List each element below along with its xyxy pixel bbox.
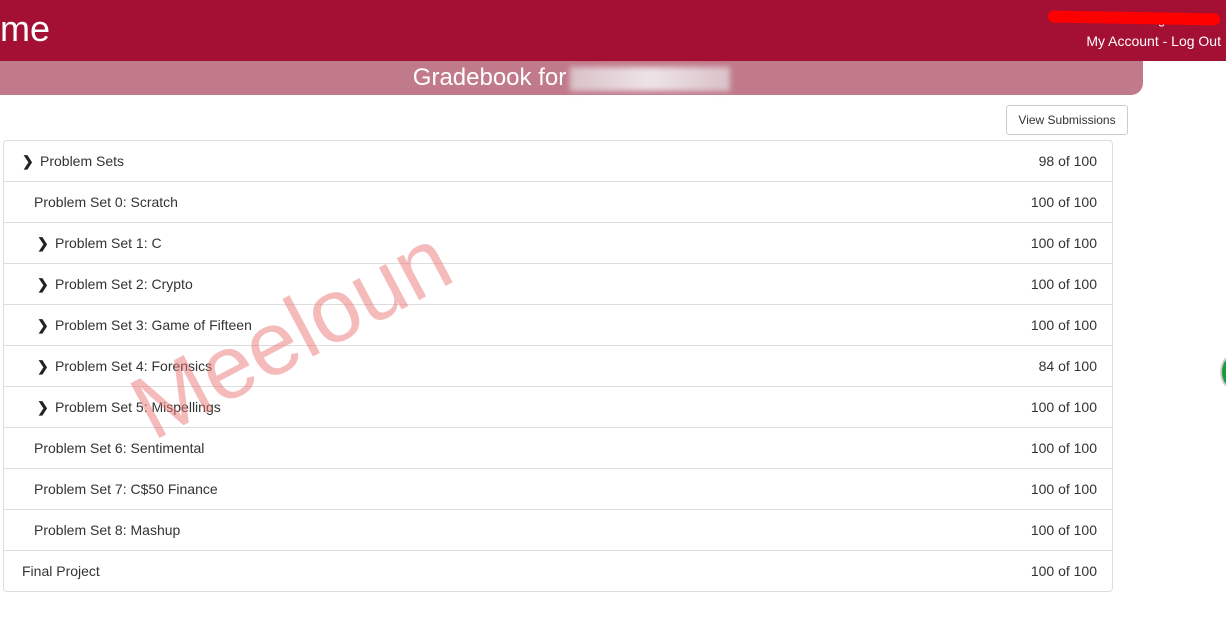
grade-row-score: 100 of 100 xyxy=(1030,440,1097,456)
grade-list: ❯ Problem Sets 98 of 100 Problem Set 0: Scr… xyxy=(3,140,1113,592)
grade-row-label: Problem Set 6: Sentimental xyxy=(34,440,205,456)
link-separator: - xyxy=(1158,33,1172,49)
grade-row[interactable]: ❯ Problem Set 5: Mispellings 100 of 100 xyxy=(4,386,1112,427)
grade-row-score: 100 of 100 xyxy=(1030,317,1097,333)
top-navbar: me Signed in as My Account - Log Out xyxy=(0,0,1226,61)
grade-row-label-wrap: ❯ Problem Set 5: Mispellings xyxy=(4,399,221,416)
grade-row-score: 100 of 100 xyxy=(1030,481,1097,497)
chevron-right-icon[interactable]: ❯ xyxy=(37,358,49,375)
grade-row-label: Problem Set 3: Game of Fifteen xyxy=(55,317,252,333)
grade-row-label: Final Project xyxy=(22,563,100,579)
grade-row[interactable]: ❯ Problem Sets 98 of 100 xyxy=(4,141,1112,181)
grade-row-label-wrap: ❯ Problem Set 4: Forensics xyxy=(4,358,212,375)
grade-row-label: Problem Set 7: C$50 Finance xyxy=(34,481,218,497)
grade-row-label: Problem Sets xyxy=(40,153,125,169)
site-logo[interactable]: me xyxy=(0,8,50,50)
grade-row-label: Problem Set 2: Crypto xyxy=(55,276,193,292)
grade-row-label: Problem Set 5: Mispellings xyxy=(55,399,221,415)
floating-widget-button[interactable] xyxy=(1220,355,1226,389)
grade-row: Problem Set 0: Scratch 100 of 100 xyxy=(4,181,1112,222)
chevron-right-icon[interactable]: ❯ xyxy=(37,235,49,252)
grade-row-label-wrap: ❯ Problem Set 3: Game of Fifteen xyxy=(4,317,252,334)
grade-row-label: Problem Set 4: Forensics xyxy=(55,358,213,374)
grade-row-label-wrap: ❯ Problem Set 1: C xyxy=(4,235,162,252)
grade-row-label-wrap: Problem Set 6: Sentimental xyxy=(4,440,204,456)
blurred-student-name xyxy=(570,66,731,91)
grade-row-score: 100 of 100 xyxy=(1030,276,1097,292)
account-links: My Account - Log Out xyxy=(1086,33,1221,49)
grade-row: Problem Set 8: Mashup 100 of 100 xyxy=(4,509,1112,550)
grade-row[interactable]: ❯ Problem Set 4: Forensics 84 of 100 xyxy=(4,345,1112,386)
grade-row-label-wrap: Final Project xyxy=(4,563,100,579)
grade-row-score: 98 of 100 xyxy=(1038,153,1097,169)
gradebook-banner: Gradebook for xyxy=(0,61,1143,95)
grade-row-label-wrap: Problem Set 7: C$50 Finance xyxy=(4,481,218,497)
grade-row[interactable]: ❯ Problem Set 2: Crypto 100 of 100 xyxy=(4,263,1112,304)
grade-row-score: 100 of 100 xyxy=(1030,522,1097,538)
grade-row-label-wrap: Problem Set 8: Mashup xyxy=(4,522,180,538)
grade-row-label-wrap: ❯ Problem Set 2: Crypto xyxy=(4,276,193,293)
grade-row-label: Problem Set 0: Scratch xyxy=(34,194,178,210)
grade-row-label: Problem Set 1: C xyxy=(55,235,162,251)
grade-row-score: 100 of 100 xyxy=(1030,563,1097,579)
chevron-right-icon[interactable]: ❯ xyxy=(37,276,49,293)
grade-row-score: 100 of 100 xyxy=(1030,194,1097,210)
grade-row: Final Project 100 of 100 xyxy=(4,550,1112,591)
page-title: Gradebook for xyxy=(412,64,567,91)
grade-row: Problem Set 7: C$50 Finance 100 of 100 xyxy=(4,468,1112,509)
grade-row-label: Problem Set 8: Mashup xyxy=(34,522,181,538)
grade-row-label-wrap: Problem Set 0: Scratch xyxy=(4,194,178,210)
chevron-right-icon[interactable]: ❯ xyxy=(22,153,34,170)
grade-row-label-wrap: ❯ Problem Sets xyxy=(4,153,124,170)
grade-row-score: 100 of 100 xyxy=(1030,235,1097,251)
view-submissions-button[interactable]: View Submissions xyxy=(1006,105,1128,135)
redaction-scribble xyxy=(1047,10,1221,26)
chevron-right-icon[interactable]: ❯ xyxy=(37,317,49,334)
grade-row: Problem Set 6: Sentimental 100 of 100 xyxy=(4,427,1112,468)
grade-row[interactable]: ❯ Problem Set 3: Game of Fifteen 100 of 10… xyxy=(4,304,1112,345)
my-account-link[interactable]: My Account xyxy=(1086,33,1158,49)
grade-row-score: 100 of 100 xyxy=(1030,399,1097,415)
chevron-right-icon[interactable]: ❯ xyxy=(37,399,49,416)
grade-row-score: 84 of 100 xyxy=(1038,358,1097,374)
grade-row[interactable]: ❯ Problem Set 1: C 100 of 100 xyxy=(4,222,1112,263)
log-out-link[interactable]: Log Out xyxy=(1171,33,1221,49)
